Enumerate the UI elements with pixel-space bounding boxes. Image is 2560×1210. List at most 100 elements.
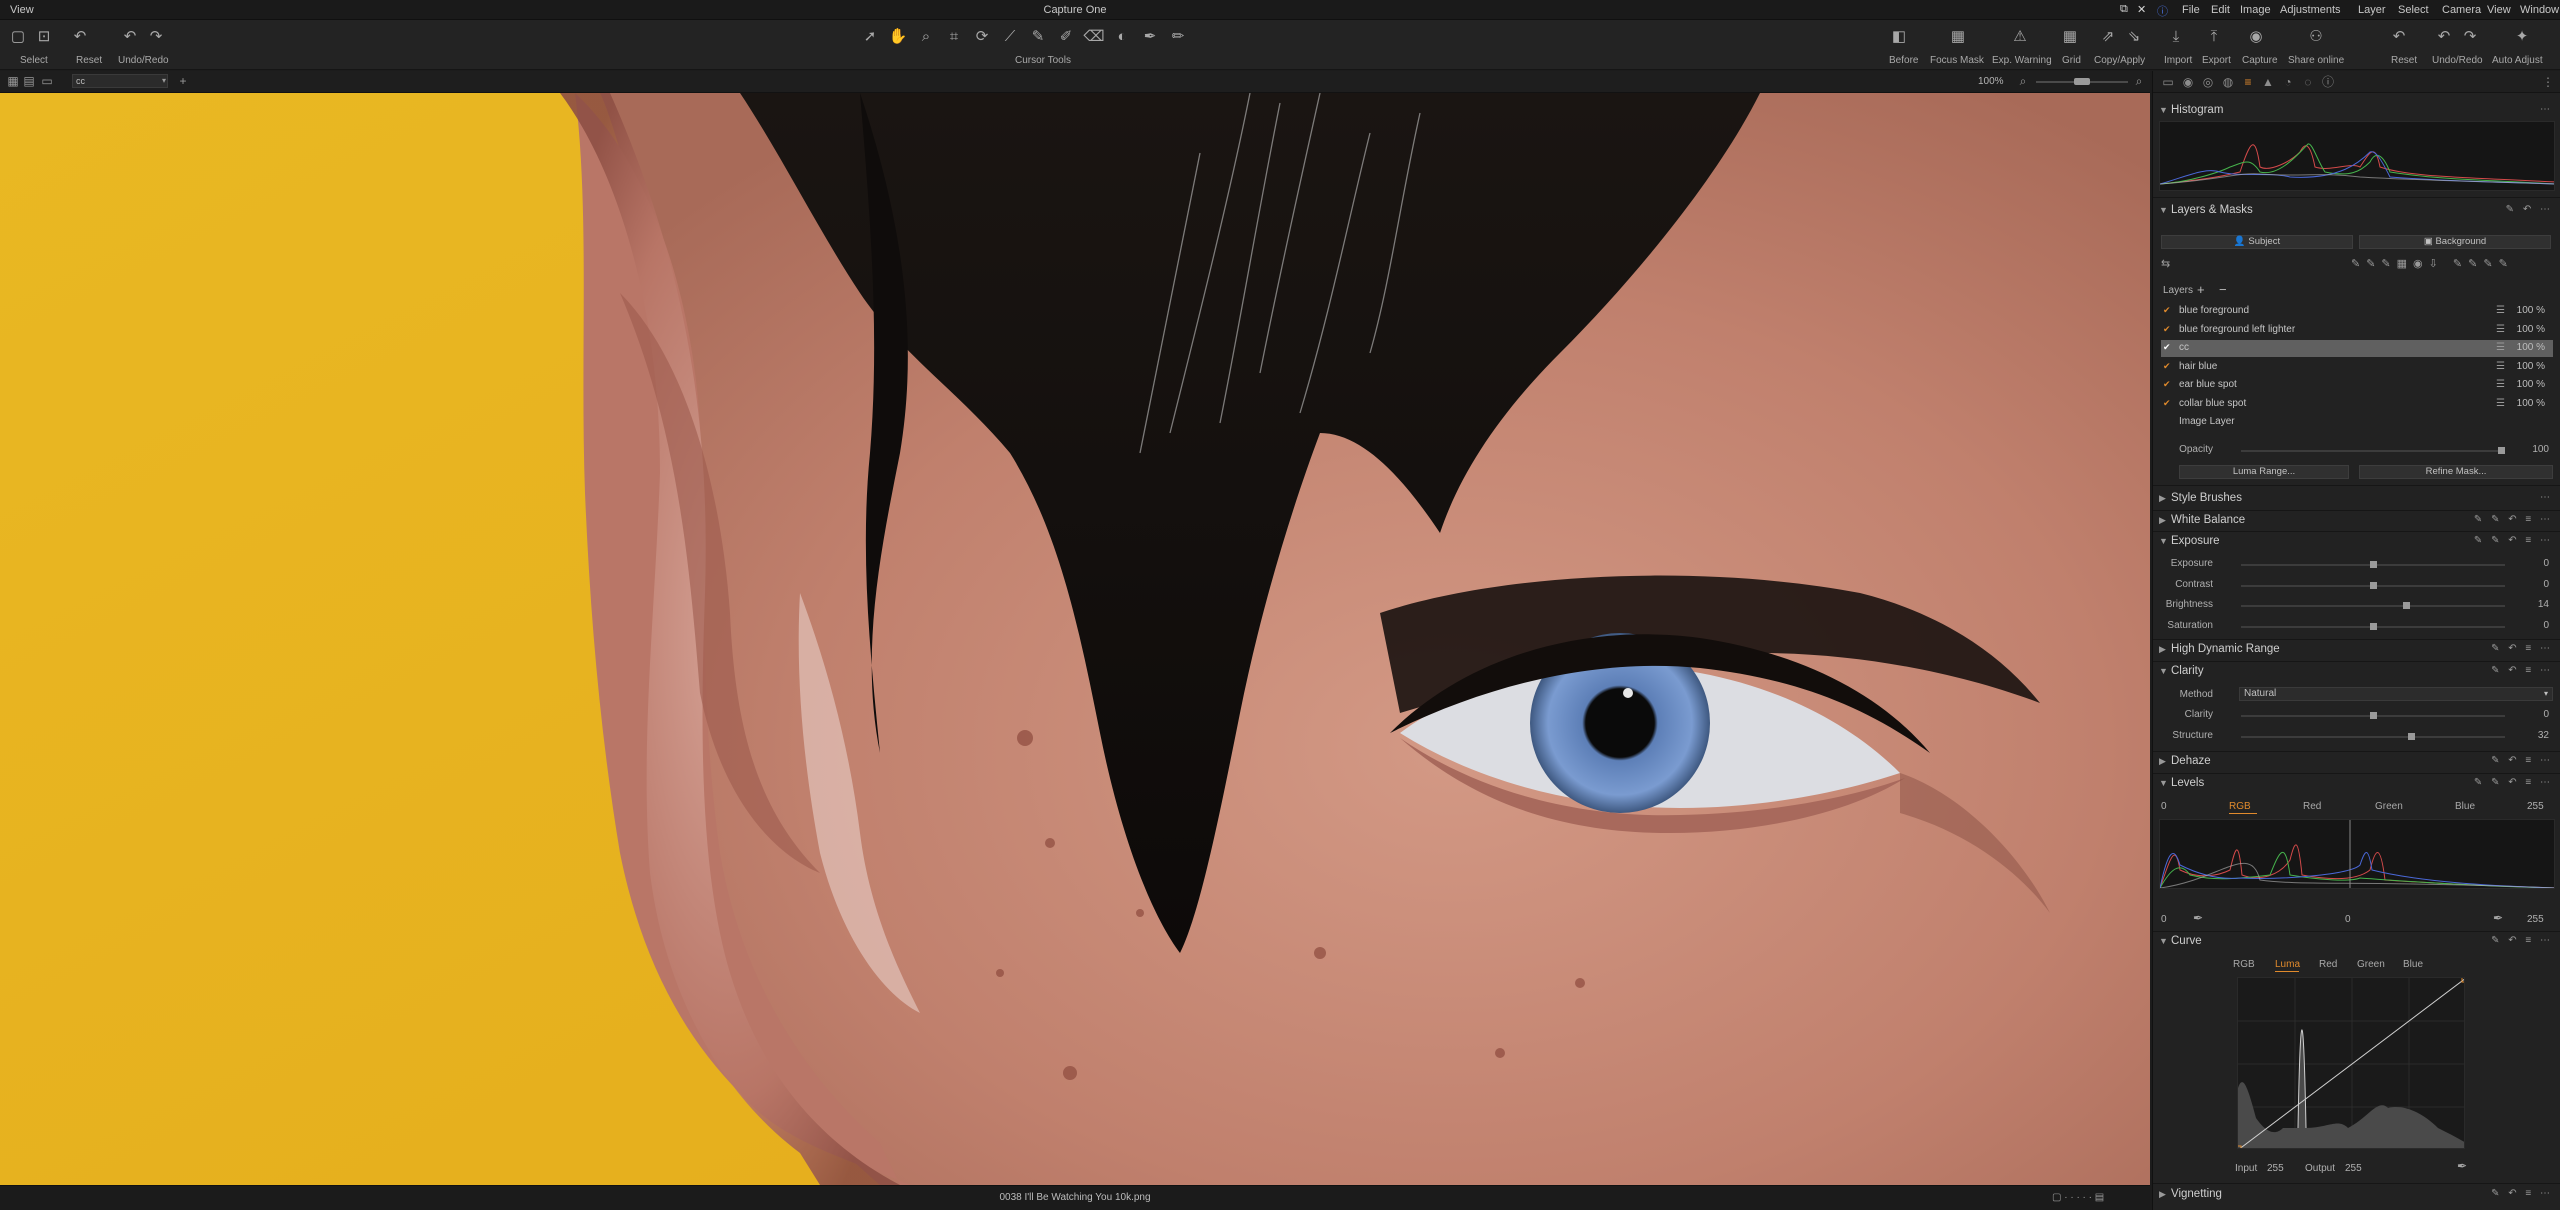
zoom-slider[interactable]: [2036, 78, 2128, 85]
metadata-tab-icon[interactable]: ◌: [2301, 75, 2315, 89]
section-controls-icon[interactable]: ✎ ↶ ⋯: [2506, 204, 2553, 215]
zoom-icon[interactable]: ⌕: [916, 27, 936, 45]
menu-select[interactable]: Select: [2398, 4, 2429, 16]
remove-layer-icon[interactable]: −: [2219, 282, 2227, 297]
undo-redo-button[interactable]: ↶ ↷ Undo/Redo: [116, 20, 176, 70]
levels-max-value[interactable]: 255: [2527, 801, 2544, 812]
reset-right-button[interactable]: ↶ Reset: [2385, 20, 2421, 70]
more-icon[interactable]: ⋮: [2541, 75, 2555, 89]
section-controls-icon[interactable]: ✎ ↶ ≡ ⋯: [2491, 935, 2553, 946]
eraser-icon[interactable]: ⌫: [1083, 27, 1104, 45]
annotate-icon[interactable]: ✏: [1168, 27, 1188, 45]
dehaze-header[interactable]: ▶ Dehaze ✎ ↶ ≡ ⋯: [2153, 752, 2560, 772]
slider-value[interactable]: 0: [2519, 558, 2549, 569]
slider-value[interactable]: 32: [2519, 730, 2549, 741]
method-select[interactable]: Natural ▾: [2239, 687, 2553, 701]
curve-tab-blue[interactable]: Blue: [2403, 959, 2423, 970]
layer-checkbox[interactable]: ✔: [2163, 306, 2172, 315]
info-tab-icon[interactable]: ⓘ: [2321, 75, 2335, 89]
lens-tab-icon[interactable]: ◎: [2201, 75, 2215, 89]
slider-value[interactable]: 0: [2519, 709, 2549, 720]
curve-tab-green[interactable]: Green: [2357, 959, 2385, 970]
zoom-out-icon[interactable]: ⌕: [2016, 74, 2030, 88]
layer-settings-icon[interactable]: ☰: [2496, 342, 2505, 353]
levels-graph[interactable]: [2159, 819, 2555, 889]
layers-masks-header[interactable]: ▼ Layers & Masks ✎ ↶ ⋯: [2153, 201, 2560, 221]
mask-tools-row[interactable]: ⇆ ✎✎✎▦◉⇩ ✎✎✎✎: [2161, 257, 2553, 271]
grid-button[interactable]: ▦ Grid: [2058, 20, 2088, 70]
import-button[interactable]: ⤓ Import: [2162, 20, 2198, 70]
mask-tool-icon[interactable]: ⇆: [2161, 257, 2170, 270]
adjust-slider[interactable]: [2241, 712, 2505, 719]
section-controls-icon[interactable]: ✎ ↶ ≡ ⋯: [2491, 1188, 2553, 1199]
section-controls-icon[interactable]: ✎ ✎ ↶ ≡ ⋯: [2474, 514, 2553, 525]
levels-header[interactable]: ▼ Levels ✎ ✎ ↶ ≡ ⋯: [2153, 774, 2560, 794]
keystone-icon[interactable]: ⟋: [1000, 27, 1020, 45]
menu-adjustments[interactable]: Adjustments: [2280, 4, 2341, 16]
background-button[interactable]: ▣ Background: [2359, 235, 2551, 249]
curve-output-value[interactable]: 255: [2345, 1163, 2362, 1174]
adjust-slider[interactable]: [2241, 732, 2505, 740]
slider-knob[interactable]: [2369, 622, 2377, 630]
grid-view-icon[interactable]: ▦: [6, 74, 20, 88]
eyedropper-icon[interactable]: ✒: [2193, 911, 2203, 925]
brush-icon[interactable]: ✐: [1056, 27, 1076, 45]
gradient-icon[interactable]: ◐: [1112, 27, 1132, 45]
levels-midtone-value[interactable]: 0: [2345, 914, 2351, 925]
zoom-in-icon[interactable]: ⌕: [2132, 74, 2146, 88]
clarity-header[interactable]: ▼ Clarity ✎ ↶ ≡ ⋯: [2153, 662, 2560, 682]
picker-icon[interactable]: ✒: [1140, 27, 1160, 45]
slider-knob[interactable]: [2408, 732, 2416, 740]
list-view-icon[interactable]: ▤: [22, 74, 36, 88]
curve-graph[interactable]: [2237, 977, 2465, 1149]
curve-tab-rgb[interactable]: RGB: [2233, 959, 2255, 970]
layer-row[interactable]: ✔ collar blue spot 100 % ☰: [2161, 396, 2553, 413]
capture-tab-icon[interactable]: ◉: [2181, 75, 2195, 89]
layer-row[interactable]: ✔ cc 100 % ☰: [2161, 340, 2553, 357]
layer-select[interactable]: cc: [72, 74, 168, 88]
menu-view[interactable]: View: [2487, 4, 2511, 16]
style-brushes-header[interactable]: ▶ Style Brushes ⋯: [2153, 489, 2560, 509]
add-layer-icon[interactable]: +: [2197, 282, 2205, 297]
details-tab-icon[interactable]: ▲: [2261, 75, 2275, 89]
before-button[interactable]: ◧ Before: [1885, 20, 1925, 70]
zoom-slider-knob[interactable]: [2074, 78, 2090, 85]
menu-window[interactable]: Window: [2520, 4, 2559, 16]
library-tab-icon[interactable]: ▭: [2161, 75, 2175, 89]
status-controls[interactable]: ▢ · · · · · ▤: [2052, 1192, 2104, 1203]
export-button[interactable]: ⤒ Export: [2200, 20, 2236, 70]
levels-output-min[interactable]: 0: [2161, 914, 2167, 925]
layer-checkbox[interactable]: ✔: [2163, 398, 2172, 408]
section-controls-icon[interactable]: ✎ ↶ ≡ ⋯: [2491, 643, 2553, 654]
section-controls-icon[interactable]: ✎ ↶ ≡ ⋯: [2491, 665, 2553, 676]
refine-mask-button[interactable]: Refine Mask...: [2359, 465, 2553, 479]
layer-settings-icon[interactable]: ☰: [2496, 361, 2505, 372]
layer-checkbox[interactable]: ✔: [2163, 324, 2172, 334]
exposure-tab-icon[interactable]: ≡: [2241, 75, 2255, 89]
viewer-icon[interactable]: ▭: [40, 74, 54, 88]
brush-tools-icons[interactable]: ✎✎✎▦◉⇩ ✎✎✎✎: [2351, 257, 2514, 270]
layer-row[interactable]: ✔ blue foreground left lighter 100 % ☰: [2161, 322, 2553, 339]
layer-checkbox[interactable]: ✔: [2163, 380, 2172, 389]
vignetting-header[interactable]: ▶ Vignetting ✎ ↶ ≡ ⋯: [2153, 1185, 2560, 1205]
curve-input-value[interactable]: 255: [2267, 1163, 2284, 1174]
add-icon[interactable]: +: [176, 74, 190, 88]
adjust-slider[interactable]: [2241, 622, 2505, 630]
hand-icon[interactable]: ✋: [888, 27, 908, 45]
section-menu-icon[interactable]: ⋯: [2540, 492, 2553, 503]
layer-row[interactable]: Image Layer: [2161, 414, 2553, 431]
eyedropper-icon[interactable]: ✒: [2493, 911, 2503, 925]
section-controls-icon[interactable]: ✎ ✎ ↶ ≡ ⋯: [2474, 777, 2553, 788]
select-tool[interactable]: ▢ ⊡ Select: [8, 20, 68, 70]
crop-icon[interactable]: ⌗: [944, 27, 964, 45]
rotate-icon[interactable]: ⟳: [972, 27, 992, 45]
section-controls-icon[interactable]: ✎ ↶ ≡ ⋯: [2491, 755, 2553, 766]
capture-button[interactable]: ◉ Capture: [2240, 20, 2280, 70]
curve-tab-red[interactable]: Red: [2319, 959, 2337, 970]
layer-row[interactable]: ✔ blue foreground 100 % ☰: [2161, 303, 2553, 320]
menu-layer[interactable]: Layer: [2358, 4, 2386, 16]
exposure-header[interactable]: ▼ Exposure ✎ ✎ ↶ ≡ ⋯: [2153, 532, 2560, 552]
slider-knob[interactable]: [2369, 581, 2377, 589]
adjust-slider[interactable]: [2241, 602, 2505, 609]
section-controls-icon[interactable]: ✎ ✎ ↶ ≡ ⋯: [2474, 535, 2553, 546]
